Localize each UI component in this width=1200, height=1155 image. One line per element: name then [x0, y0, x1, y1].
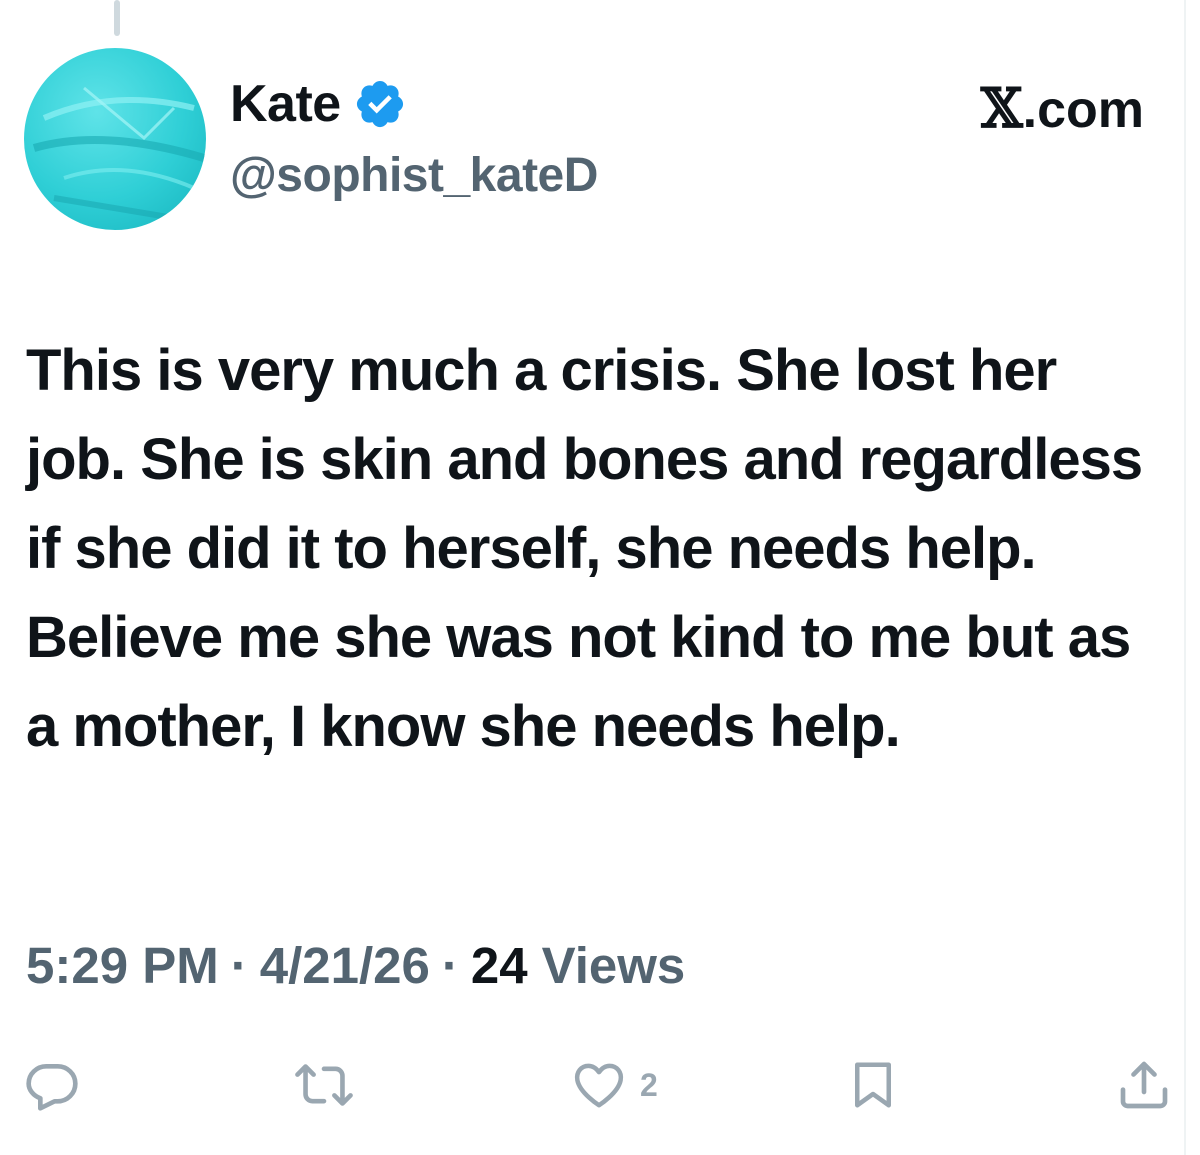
views-count: 24 — [470, 937, 528, 994]
action-bar: 2 — [0, 1055, 1200, 1125]
source-label: 𝕏 .com — [981, 76, 1144, 140]
repost-icon — [295, 1064, 353, 1106]
views-label: Views — [541, 937, 686, 994]
tweet-text: This is very much a crisis. She lost her… — [26, 338, 1143, 759]
scroll-edge — [1184, 0, 1196, 1155]
bookmark-button[interactable] — [846, 1055, 900, 1115]
verified-badge-icon — [356, 80, 403, 128]
author-name-row[interactable]: Kate — [230, 72, 407, 136]
author-display-name[interactable]: Kate — [230, 74, 341, 134]
tweet-meta: 5:29 PM · 4/21/26 · 24 Views — [26, 936, 685, 995]
tweet-date[interactable]: 4/21/26 — [260, 936, 430, 995]
share-icon — [1120, 1061, 1168, 1109]
reply-icon — [26, 1064, 78, 1111]
thread-connector-line — [114, 0, 120, 36]
author-handle[interactable]: @sophist_kateD — [230, 148, 598, 203]
share-button[interactable] — [1116, 1055, 1172, 1115]
like-count: 2 — [640, 1066, 658, 1103]
heart-icon — [574, 1063, 624, 1108]
reply-button[interactable] — [24, 1055, 80, 1115]
avatar[interactable] — [24, 48, 206, 230]
source-domain: .com — [1022, 81, 1144, 139]
tweet-time[interactable]: 5:29 PM — [26, 936, 219, 995]
repost-button[interactable] — [294, 1055, 354, 1115]
bookmark-icon — [855, 1062, 891, 1108]
meta-separator: · — [230, 937, 248, 994]
x-logo-icon: 𝕏 — [980, 76, 1023, 140]
meta-separator: · — [441, 937, 459, 994]
like-button[interactable]: 2 — [572, 1055, 658, 1115]
